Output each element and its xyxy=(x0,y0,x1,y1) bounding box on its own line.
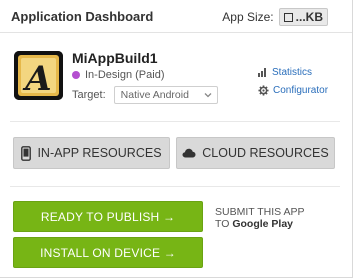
in-app-resources-button[interactable]: IN-APP RESOURCES xyxy=(13,137,170,169)
chevron-down-icon xyxy=(202,90,213,100)
square-icon xyxy=(283,12,293,22)
google-play-label: Google Play xyxy=(232,218,294,230)
submit-line-2-prefix: TO xyxy=(215,218,230,230)
configurator-label: Configurator xyxy=(273,84,329,96)
cloud-icon xyxy=(182,148,196,158)
ready-to-publish-button[interactable]: READY TO PUBLISH → xyxy=(13,201,203,232)
app-icon[interactable]: A xyxy=(14,51,63,100)
app-name: MiAppBuild1 xyxy=(72,50,158,66)
dashboard-panel: Application Dashboard App Size: ...KB A … xyxy=(0,0,353,278)
cloud-resources-button[interactable]: CLOUD RESOURCES xyxy=(176,137,335,169)
install-on-device-button[interactable]: INSTALL ON DEVICE → xyxy=(13,237,203,268)
phone-icon xyxy=(21,145,32,161)
divider xyxy=(10,186,340,187)
app-status-text: In-Design (Paid) xyxy=(85,69,165,81)
target-select[interactable]: Native Android xyxy=(113,86,218,104)
statistics-label: Statistics xyxy=(272,66,313,78)
page-title: Application Dashboard xyxy=(11,9,154,24)
target-select-value: Native Android xyxy=(120,89,189,101)
app-status: In-Design (Paid) xyxy=(72,69,164,81)
submit-line-1: SUBMIT THIS APP xyxy=(215,206,305,218)
app-icon-letter: A xyxy=(22,59,51,99)
target-row: Target: Native Android xyxy=(72,86,218,104)
target-label: Target: xyxy=(72,89,106,101)
configurator-link[interactable]: Configurator xyxy=(258,81,328,99)
app-size-value: ...KB xyxy=(295,10,323,24)
status-dot xyxy=(72,71,80,79)
in-app-resources-label: IN-APP RESOURCES xyxy=(37,146,162,160)
app-size: App Size: ...KB xyxy=(222,8,328,26)
submit-app-text: SUBMIT THIS APP TO Google Play xyxy=(215,206,304,230)
submit-line-2: TO Google Play xyxy=(215,218,304,230)
cloud-resources-label: CLOUD RESOURCES xyxy=(202,146,329,160)
divider xyxy=(10,121,340,122)
bar-chart-icon xyxy=(258,68,266,77)
app-size-badge: ...KB xyxy=(278,8,328,26)
app-size-label: App Size: xyxy=(222,10,274,24)
app-logo-icon: A xyxy=(14,51,63,100)
gear-icon xyxy=(258,84,269,96)
statistics-link[interactable]: Statistics xyxy=(258,63,328,81)
dashboard-header: Application Dashboard App Size: ...KB xyxy=(0,0,352,33)
side-links: Statistics Configurator xyxy=(258,63,328,99)
